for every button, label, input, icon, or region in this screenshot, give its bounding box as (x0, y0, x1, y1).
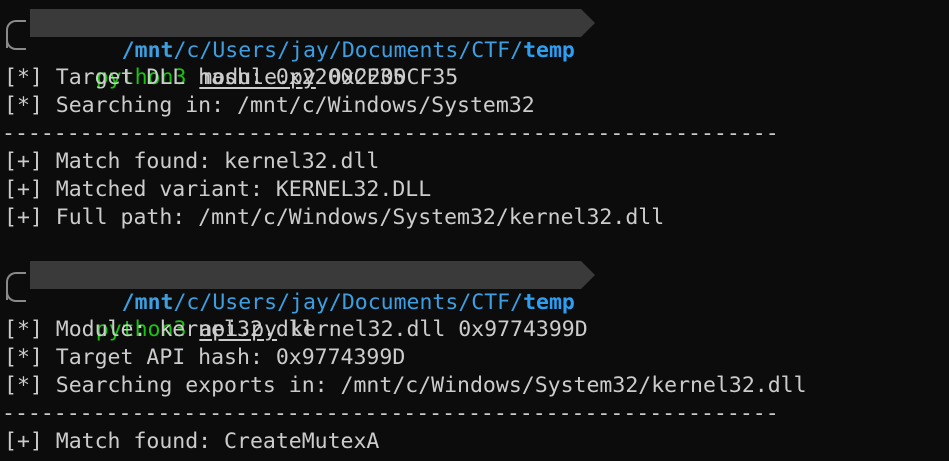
output-line: [+] Match found: kernel32.dll (4, 149, 380, 174)
prompt-1: /mnt/c/Users/jay/Documents/CTF/temp (0, 6, 949, 63)
prompt-arrow (581, 9, 595, 37)
path-slash: / (510, 38, 524, 63)
command-args: kernel32.dll 0x9774399D (289, 317, 588, 342)
terminal-window[interactable]: /mnt/c/Users/jay/Documents/CTF/temp pyth… (0, 0, 949, 461)
command-line-2: python3 api.py kernel32.dll 0x9774399D (44, 288, 588, 342)
prompt-path: /mnt/c/Users/jay/Documents/CTF/temp (30, 9, 581, 63)
prompt-corner-bottom (6, 36, 26, 50)
prompt-arrow (581, 261, 595, 289)
output-line: [+] Full path: /mnt/c/Windows/System32/k… (4, 205, 665, 230)
separator-line: ----------------------------------------… (2, 401, 779, 426)
output-line: [*] Target API hash: 0x9774399D (4, 345, 406, 370)
output-line: [*] Searching exports in: /mnt/c/Windows… (4, 373, 807, 398)
output-line: [*] Target DLL hash: 0x2200CF35 (4, 65, 406, 90)
output-line: [*] Module: kernel32.dll (4, 317, 315, 342)
output-line: [*] Searching in: /mnt/c/Windows/System3… (4, 93, 535, 118)
path-seg-ctf: CTF (471, 38, 511, 63)
path-seg-temp: temp (523, 38, 575, 63)
command-line-1: python3 module.py 0x2200CF35 (44, 36, 458, 90)
output-line: [+] Matched variant: KERNEL32.DLL (4, 177, 432, 202)
prompt-2: /mnt/c/Users/jay/Documents/CTF/temp (0, 258, 949, 315)
path-slash: / (458, 38, 472, 63)
prompt-path: /mnt/c/Users/jay/Documents/CTF/temp (30, 261, 581, 315)
output-line: [+] Match found: CreateMutexA (4, 429, 380, 454)
prompt-corner-bottom (6, 288, 26, 302)
separator-line: ----------------------------------------… (2, 121, 779, 146)
